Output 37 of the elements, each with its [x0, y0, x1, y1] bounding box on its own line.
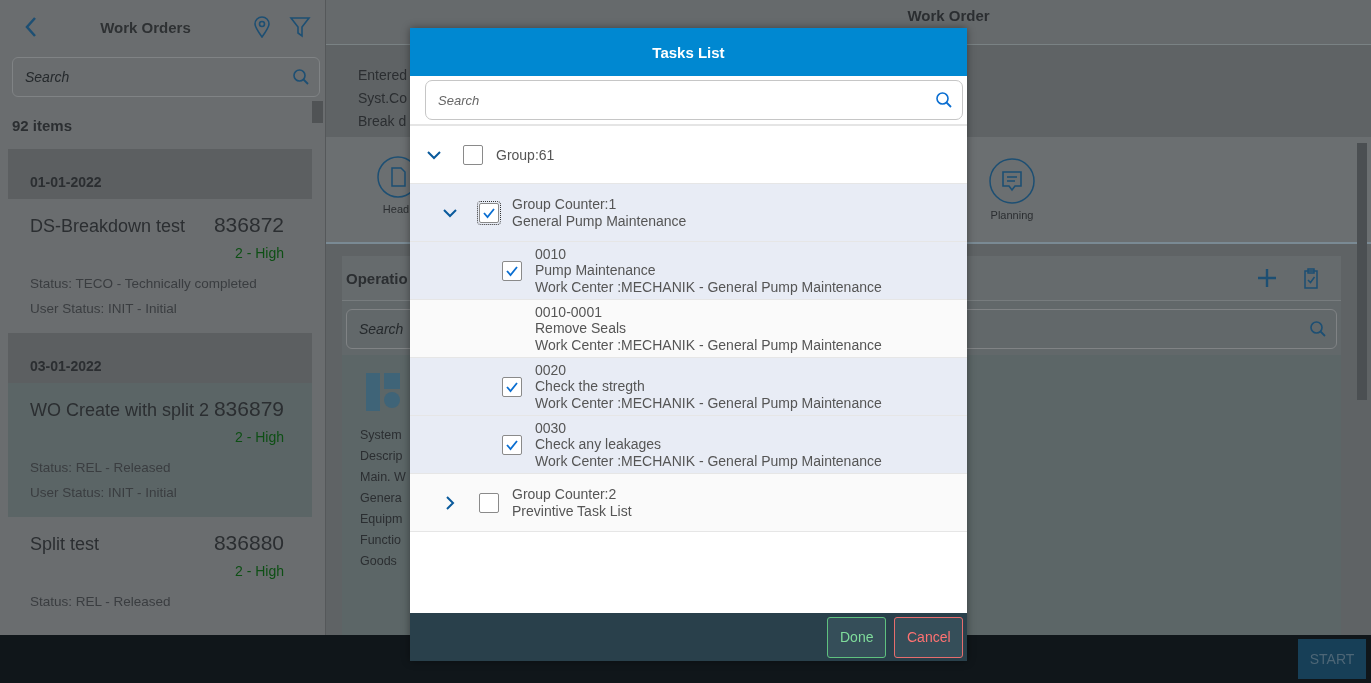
- task-number: 0010-0001: [535, 303, 603, 321]
- item-count: 92 items: [12, 117, 73, 134]
- page-title: Work Order: [906, 7, 990, 24]
- order-number: 836879: [213, 397, 284, 421]
- order-number: 836872: [213, 213, 284, 237]
- order-number: 836880: [213, 531, 284, 555]
- field-label: Main. W: [360, 470, 406, 484]
- group-counter-subtitle: Previntive Task List: [512, 502, 632, 519]
- group-counter-title: Group Counter:1: [512, 196, 618, 213]
- order-title: DS-Breakdown test: [30, 216, 186, 237]
- group-counter-subtitle: General Pump Maintenance: [512, 212, 687, 229]
- dialog-title: Tasks List: [652, 43, 725, 61]
- task-number: 0010: [535, 245, 568, 263]
- order-priority: 2 - High: [234, 563, 284, 579]
- task-name: Check any leakages: [535, 436, 663, 453]
- panel-title: Work Orders: [99, 18, 192, 36]
- field-label: Goods: [360, 554, 398, 568]
- order-title: Split test: [30, 534, 100, 555]
- task-work-center: Work Center :MECHANIK - General Pump Maintenance: [535, 394, 882, 412]
- section-title: Operatio: [346, 269, 408, 287]
- task-name: Remove Seals: [535, 320, 628, 337]
- task-name: Pump Maintenance: [535, 262, 657, 279]
- field-label: Genera: [360, 491, 403, 505]
- order-priority: 2 - High: [234, 245, 284, 261]
- task-name: Check the stregth: [535, 378, 646, 395]
- field-label: Functio: [360, 533, 402, 547]
- group-counter-title: Group Counter:2: [512, 486, 618, 503]
- task-work-center: Work Center :MECHANIK - General Pump Maintenance: [535, 336, 882, 354]
- task-work-center: Work Center :MECHANIK - General Pump Maintenance: [535, 278, 882, 296]
- order-priority: 2 - High: [234, 429, 284, 445]
- group-label: Group:61: [496, 146, 555, 163]
- field-label: Descrip: [360, 449, 404, 463]
- field-label: Equipm: [360, 512, 404, 526]
- field-label: System: [360, 428, 403, 442]
- task-number: 0030: [535, 419, 568, 437]
- task-work-center: Work Center :MECHANIK - General Pump Maintenance: [535, 452, 882, 470]
- task-number: 0020: [535, 361, 568, 379]
